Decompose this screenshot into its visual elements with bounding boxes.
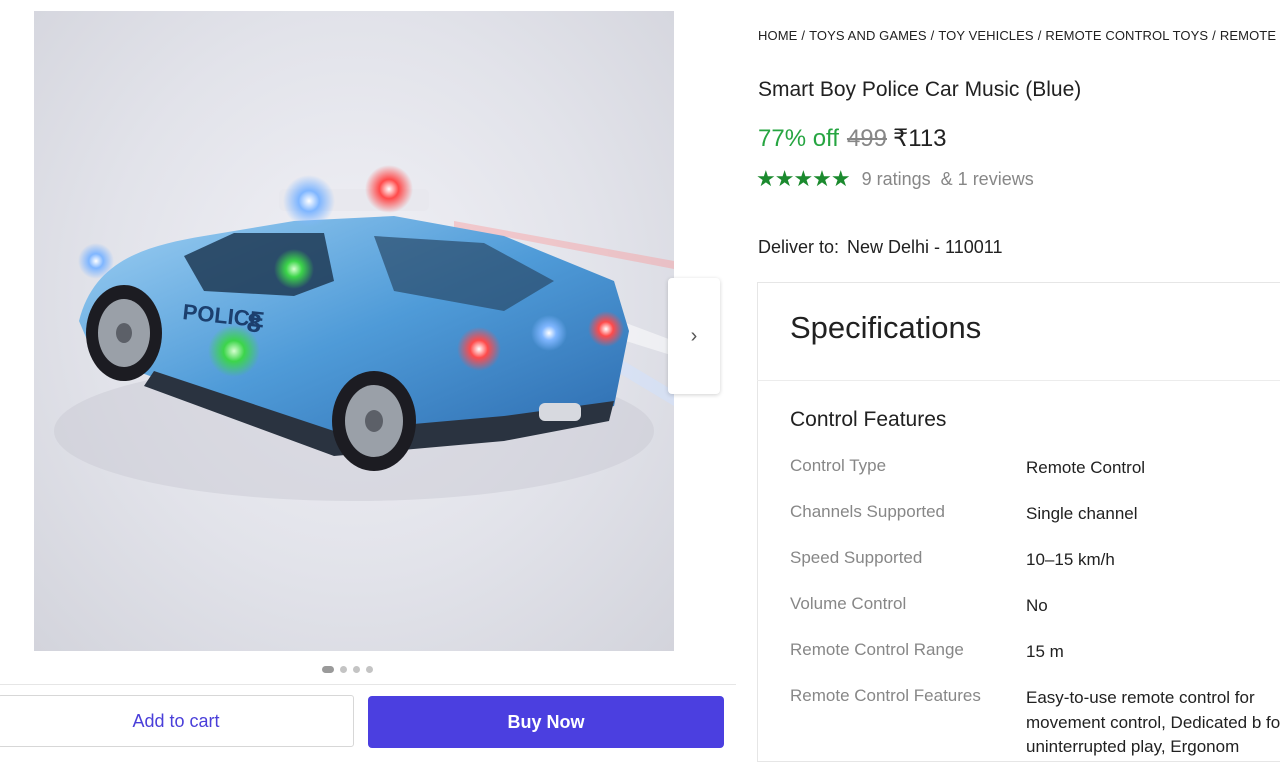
breadcrumb-item[interactable]: HOME bbox=[758, 28, 797, 43]
spec-value: Single channel bbox=[1026, 504, 1138, 523]
spec-key: Control Type bbox=[790, 456, 887, 475]
deliver-label: Deliver to: bbox=[758, 237, 840, 257]
product-title: Smart Boy Police Car Music (Blue) bbox=[758, 78, 1082, 101]
add-to-cart-button[interactable]: Add to cart bbox=[0, 695, 354, 747]
gallery-dot[interactable] bbox=[340, 666, 347, 673]
spec-value: Easy-to-use remote control for movement … bbox=[1026, 688, 1280, 756]
next-image-button[interactable]: › bbox=[668, 278, 720, 394]
product-image[interactable]: POLICE 8 bbox=[34, 11, 674, 651]
spec-value: No bbox=[1026, 596, 1048, 615]
police-car-toy-image: POLICE 8 bbox=[54, 165, 674, 501]
gallery-dots bbox=[322, 666, 373, 673]
breadcrumb-item[interactable]: TOY VEHICLES bbox=[938, 28, 1033, 43]
rating-row[interactable]: ★★★★★ 9 ratings & 1 reviews bbox=[756, 166, 1034, 192]
delivery-location[interactable]: Deliver to: New Delhi - 110011 bbox=[758, 237, 1002, 258]
specifications-title: Specifications bbox=[790, 310, 982, 345]
ratings-count: 9 ratings bbox=[861, 168, 931, 189]
gallery-dot[interactable] bbox=[366, 666, 373, 673]
breadcrumb-item[interactable]: REMOTE CONTROL TOYS bbox=[1045, 28, 1208, 43]
discount-label: 77% off bbox=[758, 125, 839, 152]
gallery-dot[interactable] bbox=[322, 666, 334, 673]
divider bbox=[757, 380, 1280, 381]
spec-value: 15 m bbox=[1026, 642, 1064, 661]
spec-key: Channels Supported bbox=[790, 502, 946, 521]
breadcrumb-item[interactable]: REMOTE C bbox=[1220, 28, 1280, 43]
breadcrumb: HOME / TOYS AND GAMES / TOY VEHICLES / REMOTE … bbox=[758, 28, 1280, 43]
spec-key: Volume Control bbox=[790, 594, 907, 613]
chevron-right-icon: › bbox=[690, 324, 698, 347]
gallery-dot[interactable] bbox=[353, 666, 360, 673]
price-row: 77% off 499 ₹113 bbox=[758, 124, 947, 153]
spec-group-title: Control Features bbox=[790, 408, 947, 431]
mrp-price: 499 bbox=[846, 125, 887, 152]
spec-row: Remote Control Features Easy-to-use remo… bbox=[790, 686, 1280, 756]
delivery-pincode: New Delhi - 110011 bbox=[847, 237, 1003, 257]
reviews-count: & 1 reviews bbox=[940, 168, 1034, 189]
star-rating-icon: ★★★★★ bbox=[756, 166, 851, 191]
spec-value: Remote Control bbox=[1026, 458, 1146, 477]
breadcrumb-item[interactable]: TOYS AND GAMES bbox=[809, 28, 926, 43]
spec-key: Remote Control Features bbox=[790, 686, 981, 705]
spec-key: Speed Supported bbox=[790, 548, 923, 567]
buy-now-button[interactable]: Buy Now bbox=[368, 696, 724, 748]
spec-value: 10–15 km/h bbox=[1026, 550, 1115, 569]
selling-price: ₹113 bbox=[893, 125, 947, 152]
spec-key: Remote Control Range bbox=[790, 640, 964, 659]
